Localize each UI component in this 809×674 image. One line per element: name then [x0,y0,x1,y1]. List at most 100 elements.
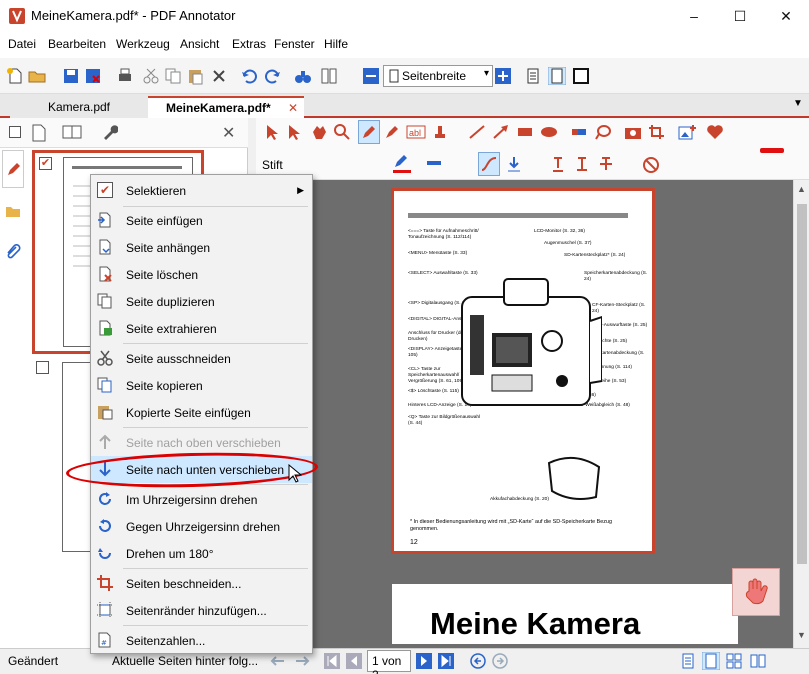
view-two-pages-icon[interactable] [726,653,742,669]
scroll-up-icon[interactable]: ▲ [797,184,806,194]
cut-icon[interactable] [142,67,160,85]
menu-item-seite-kopieren[interactable]: Seite kopieren [91,372,312,399]
open-folder-icon[interactable] [28,67,46,85]
scrollbar-thumb[interactable] [797,204,807,564]
text-underline-icon[interactable] [550,156,566,174]
crop-icon[interactable] [648,124,666,140]
line-icon[interactable] [468,124,486,140]
first-page-icon[interactable] [324,653,340,669]
tab-meinekamera[interactable]: MeineKamera.pdf* ✕ [148,96,304,118]
menu-item-uhrzeigersinn[interactable]: Im Uhrzeigersinn drehen [91,486,312,513]
book-icon[interactable] [62,124,82,140]
text-select-icon[interactable] [286,124,302,140]
highlighter-icon[interactable] [384,124,400,140]
maximize-button[interactable]: ☐ [717,0,763,32]
menu-item-seite-einfuegen[interactable]: Seite einfügen [91,207,312,234]
text-box-icon[interactable]: abl [406,124,426,140]
text-strikeout-icon[interactable] [574,156,590,174]
close-button[interactable]: ✕ [763,0,809,32]
close-panel-icon[interactable]: ✕ [222,123,235,143]
thumbnail-checkbox[interactable] [36,361,49,374]
undo-icon[interactable] [240,67,258,85]
menu-fenster[interactable]: Fenster [274,37,315,51]
tabs-overflow-icon[interactable]: ▼ [793,98,803,109]
menu-bearbeiten[interactable]: Bearbeiten [48,37,106,51]
menu-item-selektieren[interactable]: ✔ Selektieren ▶ [91,177,312,204]
text-cross-icon[interactable] [598,156,614,174]
menu-item-seite-loeschen[interactable]: Seite löschen [91,261,312,288]
arrow-icon[interactable] [492,124,510,140]
touch-mode-button[interactable] [732,568,780,616]
delete-icon[interactable] [210,67,228,85]
line-width-icon[interactable] [426,158,448,168]
side-tab-pen[interactable] [2,150,24,188]
side-tab-attachments[interactable] [2,234,24,270]
single-page-icon[interactable] [524,67,542,85]
camera-icon[interactable] [624,124,642,140]
menu-item-seitenraender[interactable]: Seitenränder hinzufügen... [91,597,312,624]
pages-icon[interactable] [320,67,338,85]
menu-hilfe[interactable]: Hilfe [324,37,348,51]
fullscreen-icon[interactable] [572,67,590,85]
image-add-icon[interactable] [678,124,696,140]
select-all-checkbox[interactable] [9,126,21,138]
menu-werkzeug[interactable]: Werkzeug [116,37,170,51]
eraser-icon[interactable] [570,124,588,140]
hand-icon[interactable] [310,124,328,140]
print-icon[interactable] [116,67,134,85]
pen-tool-button[interactable] [358,120,380,144]
paste-icon[interactable] [186,67,204,85]
no-touch-icon[interactable] [642,156,660,174]
view-continuous-icon[interactable] [702,652,720,670]
next-page-icon[interactable] [416,653,432,669]
save-as-icon[interactable] [84,67,102,85]
lasso-icon[interactable] [594,124,612,140]
menu-item-seite-extrahieren[interactable]: Seite extrahieren [91,315,312,342]
forward-icon[interactable] [294,653,310,669]
menu-datei[interactable]: Datei [8,37,36,51]
menu-item-seite-duplizieren[interactable]: Seite duplizieren [91,288,312,315]
menu-item-seite-anhaengen[interactable]: Seite anhängen [91,234,312,261]
tab-close-icon[interactable]: ✕ [288,101,298,115]
menu-item-seite-ausschneiden[interactable]: Seite ausschneiden [91,345,312,372]
page-number-field[interactable]: 1 von 2 [367,650,411,674]
back-icon[interactable] [270,653,286,669]
save-icon[interactable] [62,67,80,85]
pen-color-icon[interactable] [392,154,414,174]
menu-item-seiten-beschneiden[interactable]: Seiten beschneiden... [91,570,312,597]
zoom-in-icon[interactable] [494,67,512,85]
history-forward-icon[interactable] [492,653,508,669]
thumbnail-checkbox-checked[interactable]: ✔ [39,157,52,170]
rectangle-icon[interactable] [516,124,534,140]
magnifier-icon[interactable] [334,124,350,140]
view-single-icon[interactable] [680,653,696,669]
menu-item-gegen-uhrzeigersinn[interactable]: Gegen Uhrzeigersinn drehen [91,513,312,540]
view-two-continuous-icon[interactable] [750,653,766,669]
fit-width-icon[interactable] [548,67,566,85]
vertical-scrollbar[interactable]: ▲ ▼ [793,180,809,648]
menu-item-drehen-180[interactable]: Drehen um 180° [91,540,312,567]
copy-icon[interactable] [164,67,182,85]
select-arrow-icon[interactable] [264,124,280,140]
redo-icon[interactable] [264,67,282,85]
minimize-button[interactable]: – [671,0,717,32]
wrench-icon[interactable] [102,124,118,140]
prev-page-icon[interactable] [346,653,362,669]
new-page-icon[interactable] [32,124,46,142]
smooth-stroke-button[interactable] [478,152,500,176]
heart-icon[interactable] [706,124,724,140]
history-back-icon[interactable] [470,653,486,669]
pressure-icon[interactable] [506,156,522,174]
zoom-select[interactable]: Seitenbreite ▾ [383,65,493,87]
new-document-icon[interactable] [6,67,24,85]
side-tab-folder[interactable] [2,194,24,230]
last-page-icon[interactable] [438,653,454,669]
tab-kamera[interactable]: Kamera.pdf [10,96,148,118]
ellipse-icon[interactable] [540,124,558,140]
menu-item-kopierte-seite-einfuegen[interactable]: Kopierte Seite einfügen [91,399,312,426]
menu-item-seitenzahlen[interactable]: # Seitenzahlen... [91,627,312,654]
menu-extras[interactable]: Extras [232,37,266,51]
scroll-down-icon[interactable]: ▼ [797,630,806,640]
menu-ansicht[interactable]: Ansicht [180,37,219,51]
stamp-icon[interactable] [432,124,448,140]
